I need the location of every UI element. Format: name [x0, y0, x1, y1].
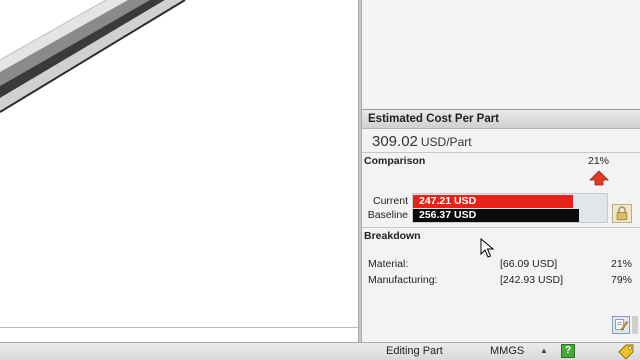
status-text: Editing Part: [386, 345, 443, 357]
material-cost: [66.09 USD]: [500, 258, 558, 270]
material-label: Material:: [368, 258, 409, 270]
set-baseline-button[interactable]: [612, 204, 632, 223]
pane-empty-area: [362, 0, 640, 108]
manufacturing-percent: 79%: [610, 274, 632, 286]
comparison-percent: 21%: [588, 155, 610, 167]
tag-icon[interactable]: [617, 344, 635, 360]
help-icon[interactable]: ?: [561, 344, 575, 358]
caret-up-icon[interactable]: ▲: [540, 346, 548, 355]
mouse-pointer-icon: [480, 238, 494, 258]
cost-per-part-value: 309.02: [372, 133, 418, 150]
section-divider: [362, 227, 640, 228]
manufacturing-cost: [242.93 USD]: [500, 274, 564, 286]
units-selector[interactable]: MMGS: [490, 345, 524, 357]
current-bar-label: Current: [372, 195, 408, 207]
pane-scrollbar[interactable]: [632, 316, 638, 334]
graphics-viewport[interactable]: [0, 0, 358, 328]
lock-icon: [616, 206, 628, 221]
cost-per-part-unit: USD/Part: [420, 135, 472, 149]
cost-section-header[interactable]: Estimated Cost Per Part: [362, 109, 640, 129]
manufacturing-label: Manufacturing:: [368, 274, 438, 286]
material-percent: 21%: [610, 258, 632, 270]
edit-report-icon[interactable]: [612, 316, 630, 334]
part-edge-band: [0, 0, 186, 113]
comparison-heading: Comparison: [364, 155, 426, 167]
baseline-cost-bar: 256.37 USD: [413, 209, 579, 222]
cost-task-pane: Estimated Cost Per Part 309.02 USD/Part C…: [362, 0, 640, 342]
comparison-bar-track: 247.21 USD 256.37 USD: [412, 193, 608, 223]
cost-per-part-row: 309.02 USD/Part: [372, 132, 472, 152]
breakdown-heading: Breakdown: [364, 230, 421, 242]
edit-report-glyph: [615, 319, 629, 331]
status-bar: Editing Part MMGS ▲ ?: [0, 342, 640, 360]
viewport-bottom-rule: [0, 327, 358, 328]
baseline-bar-label: Baseline: [367, 209, 408, 221]
current-cost-bar: 247.21 USD: [413, 195, 573, 208]
section-divider: [362, 152, 640, 153]
up-arrow-icon: [589, 170, 609, 186]
